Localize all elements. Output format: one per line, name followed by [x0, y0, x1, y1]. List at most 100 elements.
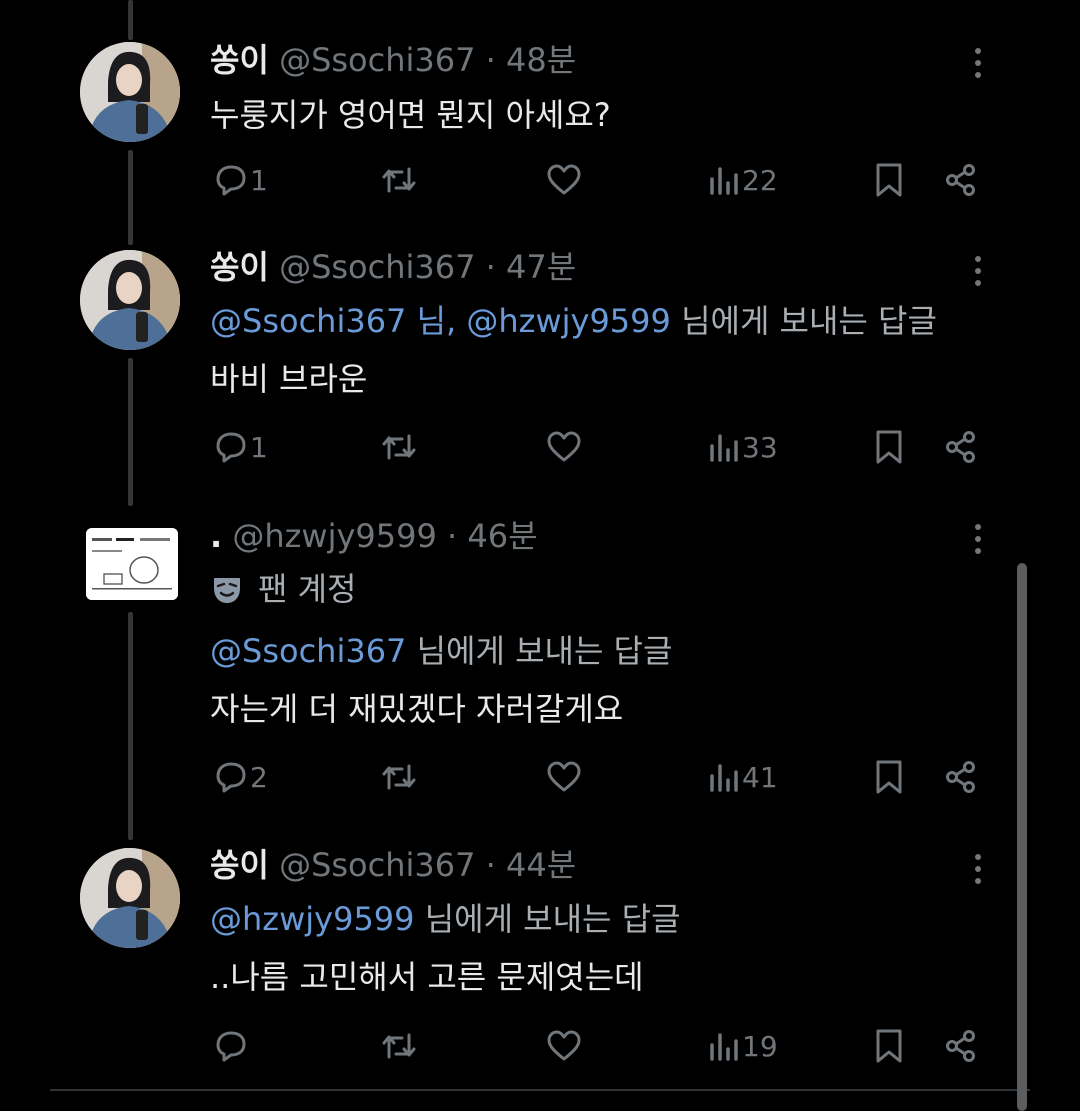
heart-icon: [547, 1030, 581, 1061]
heart-icon: [547, 761, 581, 792]
reply-button[interactable]: 1: [214, 425, 268, 469]
speech-bubble-icon: [216, 432, 246, 463]
bookmark-icon: [876, 163, 902, 197]
display-name[interactable]: 쏭이: [210, 41, 269, 79]
user-photo: [80, 848, 180, 948]
share-button[interactable]: [944, 755, 978, 799]
feed-divider: [50, 1089, 1030, 1091]
avatar[interactable]: [86, 528, 178, 600]
display-name[interactable]: 쏭이: [210, 248, 269, 286]
reply-button[interactable]: 2: [214, 755, 268, 799]
retweet-button[interactable]: [380, 755, 418, 799]
view-count: 41: [742, 760, 778, 794]
like-button[interactable]: [546, 158, 582, 202]
user-photo: [80, 250, 180, 350]
user-handle[interactable]: @Ssochi367: [279, 41, 475, 79]
tweet-text: ..나름 고민해서 고른 문제엿는데: [210, 958, 644, 996]
reply-count: 1: [250, 430, 268, 464]
tweet-header: 쏭이 @Ssochi367 · 48분: [210, 40, 576, 80]
share-button[interactable]: [944, 425, 978, 469]
views-button[interactable]: 41: [708, 755, 778, 799]
reply-context: @Ssochi367 님, @hzwjy9599 님에게 보내는 답글: [210, 300, 937, 342]
more-vertical-icon[interactable]: [970, 44, 986, 84]
tweet-actions: 1 22: [0, 158, 1020, 202]
share-icon: [946, 164, 975, 196]
retweet-icon: [382, 167, 416, 193]
tweet-text: 누룽지가 영어면 뭔지 아세요?: [210, 96, 611, 134]
reply-mentions[interactable]: @hzwjy9599: [210, 900, 415, 938]
like-button[interactable]: [546, 1024, 582, 1068]
reply-suffix: 님에게 보내는 답글: [681, 302, 937, 340]
reply-count: 2: [250, 760, 268, 794]
views-button[interactable]: 19: [708, 1024, 778, 1068]
heart-icon: [547, 164, 581, 195]
retweet-button[interactable]: [380, 158, 418, 202]
avatar[interactable]: [80, 42, 180, 142]
bookmark-button[interactable]: [874, 1024, 904, 1068]
user-handle[interactable]: @Ssochi367: [279, 846, 475, 884]
reply-count: 1: [250, 163, 268, 197]
more-vertical-icon[interactable]: [970, 252, 986, 292]
bookmark-icon: [876, 430, 902, 464]
speech-bubble-icon: [216, 1031, 246, 1062]
bookmark-button[interactable]: [874, 158, 904, 202]
speech-bubble-icon: [216, 762, 246, 793]
retweet-button[interactable]: [380, 1024, 418, 1068]
retweet-icon: [382, 1033, 416, 1059]
timestamp[interactable]: · 46분: [447, 517, 538, 555]
retweet-button[interactable]: [380, 425, 418, 469]
reply-suffix: 님에게 보내는 답글: [416, 632, 673, 670]
tweet-2[interactable]: 쏭이 @Ssochi367 · 47분 @Ssochi367 님, @hzwjy…: [0, 240, 1020, 500]
theater-mask-icon: [214, 578, 240, 603]
like-button[interactable]: [546, 755, 582, 799]
reply-button[interactable]: [214, 1024, 250, 1068]
reply-mentions[interactable]: @Ssochi367 님, @hzwjy9599: [210, 302, 671, 340]
views-button[interactable]: 33: [708, 425, 778, 469]
account-badge: 팬 계정: [210, 568, 357, 610]
share-button[interactable]: [944, 1024, 978, 1068]
timestamp[interactable]: · 48분: [486, 41, 577, 79]
reply-button[interactable]: 1: [214, 158, 268, 202]
share-button[interactable]: [944, 158, 978, 202]
tweet-actions: 1 33: [0, 425, 1020, 469]
tweet-actions: 19: [0, 1024, 1020, 1068]
bar-chart-icon: [710, 764, 738, 792]
reply-context: @Ssochi367 님에게 보내는 답글: [210, 630, 672, 672]
share-icon: [946, 431, 975, 463]
share-icon: [946, 1030, 975, 1062]
retweet-icon: [382, 434, 416, 460]
user-photo: [86, 528, 178, 600]
display-name[interactable]: 쏭이: [210, 846, 269, 884]
timestamp[interactable]: · 44분: [486, 846, 577, 884]
more-vertical-icon[interactable]: [970, 520, 986, 560]
views-button[interactable]: 22: [708, 158, 778, 202]
display-name[interactable]: .: [210, 517, 222, 555]
tweet-1[interactable]: 쏭이 @Ssochi367 · 48분 누룽지가 영어면 뭔지 아세요? 1 2…: [0, 0, 1020, 220]
user-handle[interactable]: @Ssochi367: [279, 248, 475, 286]
view-count: 33: [742, 430, 778, 464]
timestamp[interactable]: · 47분: [486, 248, 577, 286]
avatar[interactable]: [80, 848, 180, 948]
bar-chart-icon: [710, 1033, 738, 1061]
scrollbar[interactable]: [1017, 563, 1027, 1111]
tweet-actions: 2 41: [0, 755, 1020, 799]
reply-context: @hzwjy9599 님에게 보내는 답글: [210, 898, 681, 940]
bar-chart-icon: [710, 434, 738, 462]
more-vertical-icon[interactable]: [970, 850, 986, 890]
bookmark-icon: [876, 760, 902, 794]
user-photo: [80, 42, 180, 142]
thread-line-3: [128, 612, 133, 840]
bookmark-button[interactable]: [874, 425, 904, 469]
reply-mentions[interactable]: @Ssochi367: [210, 632, 406, 670]
tweet-header: . @hzwjy9599 · 46분: [210, 516, 538, 556]
view-count: 22: [742, 163, 778, 197]
tweet-text: 바비 브라운: [210, 360, 368, 398]
user-handle[interactable]: @hzwjy9599: [232, 517, 437, 555]
retweet-icon: [382, 764, 416, 790]
view-count: 19: [742, 1029, 778, 1063]
badge-label: 팬 계정: [258, 570, 357, 608]
avatar[interactable]: [80, 250, 180, 350]
bar-chart-icon: [710, 167, 738, 195]
like-button[interactable]: [546, 425, 582, 469]
bookmark-button[interactable]: [874, 755, 904, 799]
